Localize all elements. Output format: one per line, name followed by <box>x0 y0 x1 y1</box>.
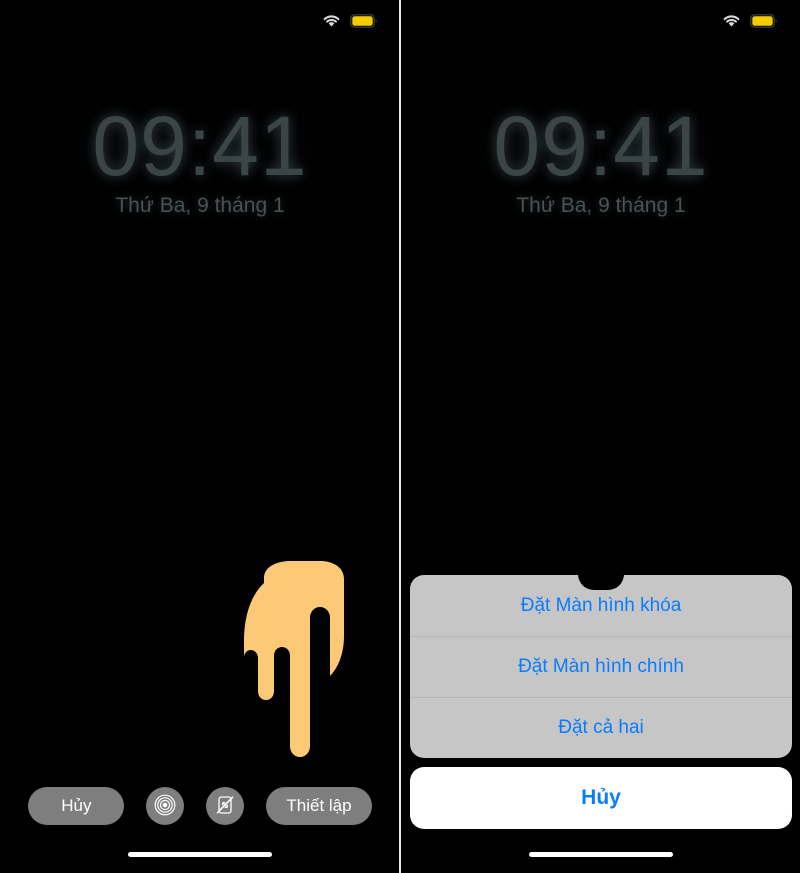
home-indicator-right[interactable] <box>529 852 673 857</box>
live-photo-icon <box>154 794 176 819</box>
set-wallpaper-button[interactable]: Thiết lập <box>266 787 372 825</box>
home-indicator-left[interactable] <box>128 852 272 857</box>
phone-screen-left: 09:41 Thứ Ba, 9 tháng 1 Hủy Thiết lập <box>0 0 400 873</box>
live-photo-toggle-button[interactable] <box>146 787 185 825</box>
set-home-screen-option[interactable]: Đặt Màn hình chính <box>410 636 792 697</box>
status-bar-icons <box>722 14 778 28</box>
status-bar-left <box>0 0 400 42</box>
screenshot-stage: 09:41 Thứ Ba, 9 tháng 1 Hủy Thiết lập 09… <box>0 0 800 873</box>
cancel-button[interactable]: Hủy <box>28 787 125 825</box>
phone-screen-right: 09:41 Thứ Ba, 9 tháng 1 Đặt Màn hình khó… <box>402 0 800 873</box>
set-both-option[interactable]: Đặt cả hai <box>410 697 792 758</box>
clock-time: 09:41 <box>493 99 709 193</box>
battery-low-power-icon <box>750 14 778 28</box>
perspective-zoom-off-icon <box>214 794 236 819</box>
wallpaper-action-sheet: Đặt Màn hình khóa Đặt Màn hình chính Đặt… <box>410 575 792 829</box>
action-sheet-options-group: Đặt Màn hình khóa Đặt Màn hình chính Đặt… <box>410 575 792 758</box>
wifi-icon <box>722 14 741 28</box>
status-bar-right <box>402 0 800 42</box>
perspective-zoom-toggle-button[interactable] <box>206 787 245 825</box>
status-bar-icons <box>322 14 378 28</box>
clock-time: 09:41 <box>92 99 308 193</box>
hand-pointer-icon-left <box>238 556 366 761</box>
panel-divider <box>399 0 401 873</box>
lock-screen-clock-left: 09:41 Thứ Ba, 9 tháng 1 <box>0 104 400 218</box>
clock-date: Thứ Ba, 9 tháng 1 <box>516 194 686 217</box>
clock-date: Thứ Ba, 9 tháng 1 <box>115 194 285 217</box>
battery-low-power-icon <box>350 14 378 28</box>
wifi-icon <box>322 14 341 28</box>
lock-screen-clock-right: 09:41 Thứ Ba, 9 tháng 1 <box>402 104 800 218</box>
wallpaper-toolbar: Hủy Thiết lập <box>0 785 400 827</box>
action-sheet-cancel-button[interactable]: Hủy <box>410 767 792 829</box>
